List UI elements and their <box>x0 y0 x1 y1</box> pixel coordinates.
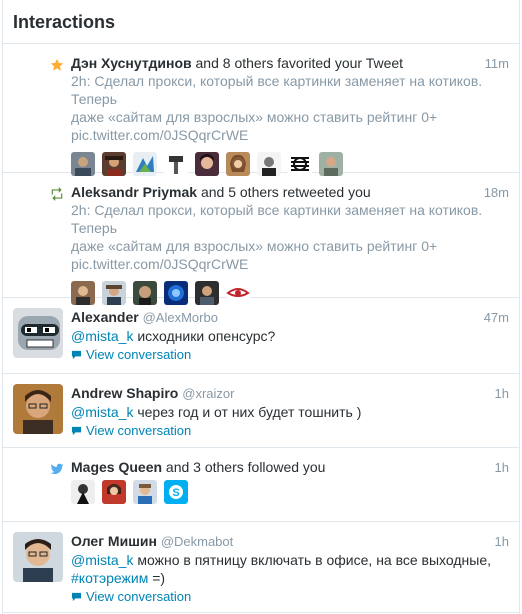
tweet-preview: 2h: Сделал прокси, который все картинки … <box>71 202 483 236</box>
tweet-text: @mista_k можно в пятницу включать в офис… <box>71 552 492 568</box>
tweet-preview: 2h: Сделал прокси, который все картинки … <box>71 73 483 107</box>
svg-text:S: S <box>172 487 179 499</box>
timestamp[interactable]: 1h <box>495 460 509 475</box>
tweet-text: @mista_k исходники опенсурс? <box>71 328 276 344</box>
timestamp[interactable]: 1h <box>495 534 509 549</box>
actor-name[interactable]: Aleksandr Priymak <box>71 184 197 200</box>
avatar[interactable] <box>13 532 63 582</box>
tweet-text: @mista_k через год и от них будет тошнит… <box>71 404 362 420</box>
view-conversation-link[interactable]: View conversation <box>71 347 507 363</box>
conversation-icon <box>71 426 82 436</box>
view-conversation-link[interactable]: View conversation <box>71 589 507 605</box>
activity-text: and 3 others followed you <box>162 459 326 475</box>
view-conversation-link[interactable]: View conversation <box>71 423 507 439</box>
page-title: Interactions <box>13 12 116 32</box>
follower-avatars: S <box>71 480 507 504</box>
avatar[interactable] <box>71 480 95 504</box>
list-item[interactable]: Олег Мишин @Dekmabot 1h @mista_k можно в… <box>3 522 519 613</box>
tweet-preview: даже «сайтам для взрослых» можно ставить… <box>71 109 438 125</box>
actor-name[interactable]: Дэн Хуснутдинов <box>71 55 192 71</box>
actor-name[interactable]: Mages Queen <box>71 459 162 475</box>
list-item[interactable]: Alexander @AlexMorbo 47m @mista_k исходн… <box>3 298 519 374</box>
screen-name[interactable]: @xraizor <box>182 386 234 401</box>
list-item[interactable]: Aleksandr Priymak and 5 others retweeted… <box>3 173 519 305</box>
interactions-panel: Interactions Дэн Хуснутдинов and 8 other… <box>2 0 520 614</box>
avatar[interactable] <box>102 480 126 504</box>
list-item[interactable]: Andrew Shapiro @xraizor 1h @mista_k чере… <box>3 374 519 448</box>
conversation-icon <box>71 350 82 360</box>
star-icon <box>50 58 64 71</box>
avatar[interactable]: S <box>164 480 188 504</box>
tweet-link[interactable]: pic.twitter.com/0JSQqrCrWE <box>71 126 507 144</box>
activity-text: and 5 others retweeted you <box>197 184 371 200</box>
activity-text: and 8 others favorited your Tweet <box>191 55 404 71</box>
retweet-icon <box>51 187 63 201</box>
tweet-preview: даже «сайтам для взрослых» можно ставить… <box>71 238 438 254</box>
avatar[interactable] <box>13 308 63 358</box>
twitter-bird-icon <box>50 463 64 475</box>
panel-header: Interactions <box>3 0 519 44</box>
screen-name[interactable]: @AlexMorbo <box>143 310 218 325</box>
tweet-link[interactable]: pic.twitter.com/0JSQqrCrWE <box>71 255 507 273</box>
mention-link[interactable]: @mista_k <box>71 328 133 344</box>
mention-link[interactable]: @mista_k <box>71 552 133 568</box>
hashtag-link[interactable]: #котэрежим <box>71 570 148 586</box>
user-name[interactable]: Andrew Shapiro <box>71 385 178 401</box>
user-name[interactable]: Alexander <box>71 309 139 325</box>
user-name[interactable]: Олег Мишин <box>71 533 157 549</box>
conversation-icon <box>71 592 82 602</box>
screen-name[interactable]: @Dekmabot <box>161 534 233 549</box>
list-item[interactable]: Mages Queen and 3 others followed you 1h… <box>3 448 519 522</box>
mention-link[interactable]: @mista_k <box>71 404 133 420</box>
timestamp[interactable]: 18m <box>484 185 509 200</box>
list-item[interactable]: Дэн Хуснутдинов and 8 others favorited y… <box>3 44 519 176</box>
timestamp[interactable]: 11m <box>485 56 509 71</box>
avatar[interactable] <box>133 480 157 504</box>
timestamp[interactable]: 47m <box>484 310 509 325</box>
tweet-text-cont: #котэрежим =) <box>71 570 166 586</box>
timestamp[interactable]: 1h <box>495 386 509 401</box>
avatar[interactable] <box>13 384 63 434</box>
